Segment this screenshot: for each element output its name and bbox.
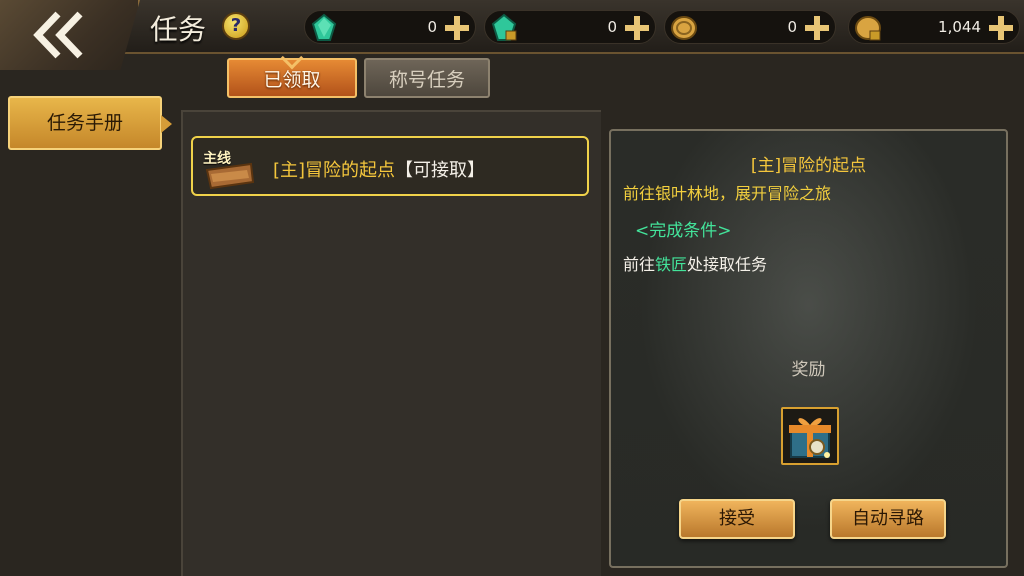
quest-title: [主]冒险的起点【可接取】 xyxy=(273,156,485,182)
condition-suffix: 处接取任务 xyxy=(687,255,768,274)
locked-gold-coin-icon xyxy=(855,16,881,41)
completion-condition-text: 前往铁匠处接取任务 xyxy=(623,251,767,275)
currency-locked-green-gem: 0 xyxy=(484,10,656,44)
green-gem-icon xyxy=(311,13,337,41)
quest-list-item[interactable]: 主线 [主]冒险的起点【可接取】 xyxy=(191,136,589,196)
detail-description: 前往银叶林地，展开冒险之旅 xyxy=(623,184,832,203)
quest-status: 【可接取】 xyxy=(395,160,486,181)
sidebar-item-label: 任务手册 xyxy=(46,112,123,134)
completion-condition-header: <完成条件> xyxy=(635,221,732,241)
add-gold-coin-button[interactable] xyxy=(801,12,833,44)
back-button[interactable] xyxy=(0,0,140,70)
tab-accepted[interactable]: 已领取 xyxy=(227,46,357,98)
reward-label: 奖励 xyxy=(791,360,826,380)
add-locked-gold-coin-button[interactable] xyxy=(985,12,1017,44)
quest-name: [主]冒险的起点 xyxy=(273,160,396,181)
quest-badge-label: 主线 xyxy=(203,151,231,167)
add-green-gem-button[interactable] xyxy=(441,12,473,44)
locked-green-gem-icon xyxy=(491,13,517,41)
accept-button[interactable]: 接受 xyxy=(679,499,795,539)
gift-box-icon xyxy=(789,418,831,458)
condition-prefix: 前往 xyxy=(623,255,656,274)
currency-value: 0 xyxy=(787,18,797,36)
sidebar-item-quest-manual[interactable]: 任务手册 xyxy=(8,96,172,150)
currency-value: 0 xyxy=(607,18,617,36)
tab-label: 称号任务 xyxy=(388,69,465,91)
currency-gold-coin: 0 xyxy=(664,10,836,44)
quest-detail-panel: [主]冒险的起点 前往银叶林地，展开冒险之旅 <完成条件> 前往铁匠处接取任务 … xyxy=(609,129,1008,568)
page-title: 任务 xyxy=(150,13,207,46)
tab-label: 已领取 xyxy=(263,69,321,91)
double-chevron-left-icon xyxy=(33,11,83,59)
currency-locked-gold-coin: 1,044 xyxy=(848,10,1020,44)
condition-npc-link[interactable]: 铁匠 xyxy=(655,255,687,274)
help-icon[interactable]: ? xyxy=(222,12,250,40)
detail-title: [主]冒险的起点 xyxy=(750,156,867,176)
reward-item-slot[interactable] xyxy=(781,407,839,465)
auto-pathfind-button[interactable]: 自动寻路 xyxy=(830,499,946,539)
currency-value: 1,044 xyxy=(938,18,981,36)
tab-title-quests[interactable]: 称号任务 xyxy=(364,58,490,98)
gold-coin-icon xyxy=(671,16,697,40)
currency-value: 0 xyxy=(427,18,437,36)
add-locked-green-gem-button[interactable] xyxy=(621,12,653,44)
currency-green-gem: 0 xyxy=(304,10,476,44)
